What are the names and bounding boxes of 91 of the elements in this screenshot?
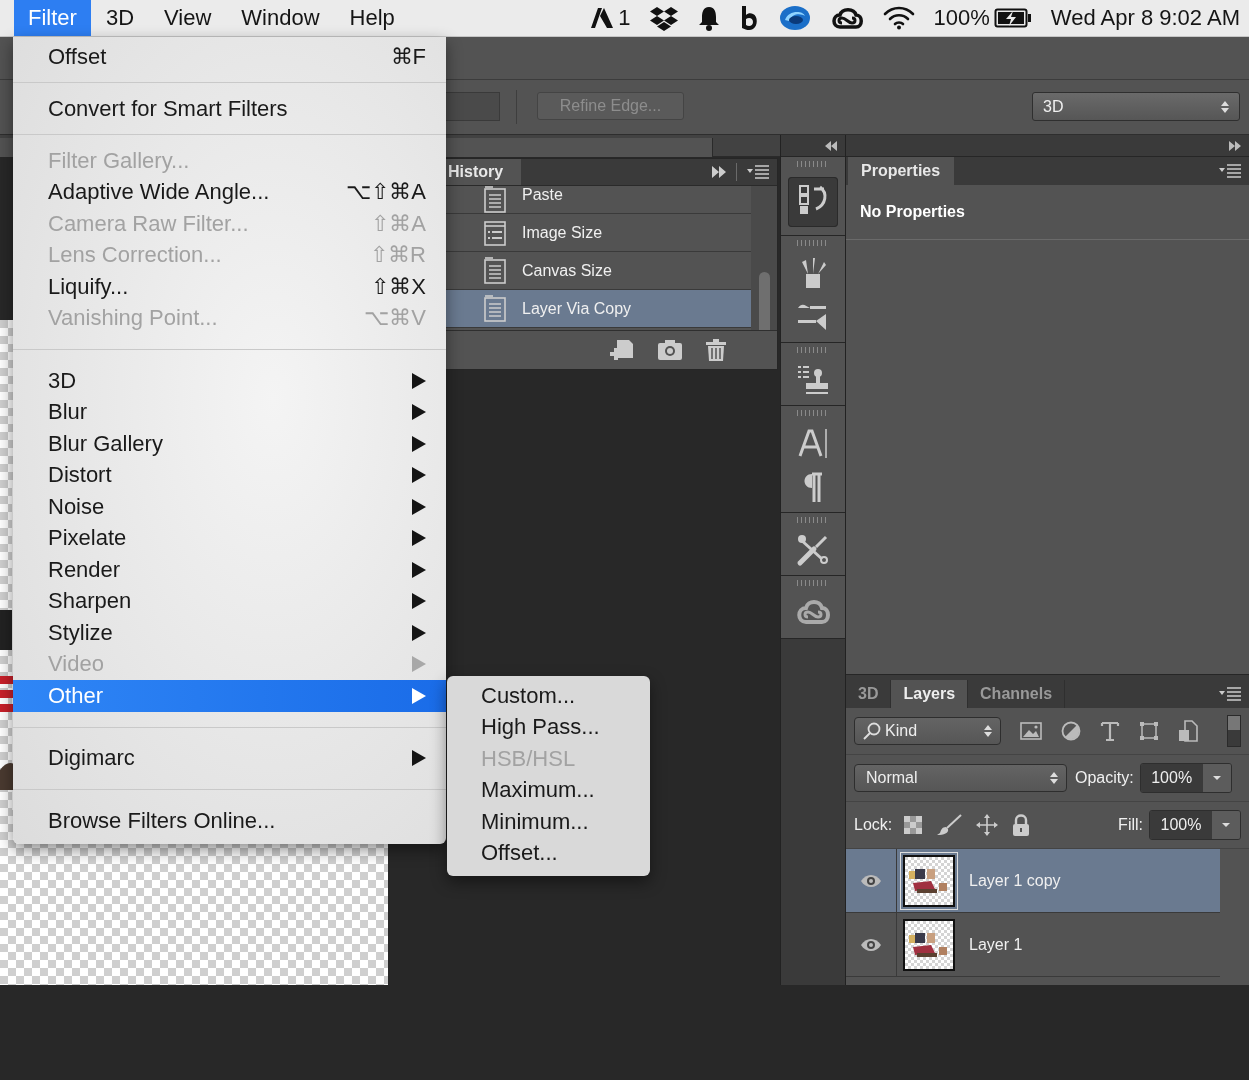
move-icon[interactable] [976,814,999,836]
menu-item[interactable]: High Pass... [447,711,650,743]
battery-icon[interactable] [993,7,1032,29]
submenu-arrow-icon [412,435,426,452]
properties-message: No Properties [846,185,1249,240]
brush-icon[interactable] [936,814,963,836]
submenu-arrow-icon [412,593,426,610]
document-icon [484,295,506,322]
menu-item[interactable]: Pixelate [13,522,446,554]
menu-item[interactable]: Custom... [447,680,650,712]
menu-bar-item[interactable]: Window [226,0,335,36]
menu-bar-item[interactable]: 3D [90,0,149,36]
up-down-arrows-icon [984,724,992,738]
submenu-arrow-icon [412,750,426,767]
b-letter-icon[interactable] [739,5,760,31]
menu-item[interactable]: Stylize [13,617,446,649]
swirl-icon[interactable] [778,5,811,31]
scrollbar[interactable] [751,186,777,330]
type-icon[interactable] [1100,721,1120,741]
submenu-arrow-icon [412,656,426,673]
eye-icon[interactable] [860,873,882,888]
filter-toggle[interactable] [1227,715,1241,747]
up-down-arrows-icon [1050,771,1058,785]
document-icon [484,257,506,284]
submenu-arrow-icon [412,404,426,421]
dropbox-icon[interactable] [649,5,678,31]
opacity-label: Opacity: [1075,769,1134,787]
menu-item[interactable]: Blur Gallery [13,428,446,460]
lock-label: Lock: [854,816,893,834]
menu-item[interactable]: Blur [13,396,446,428]
up-down-arrows-icon [1221,99,1229,114]
adobe-icon[interactable] [590,7,615,29]
image-icon[interactable] [1020,722,1042,740]
submenu-arrow-icon [412,467,426,484]
eye-icon[interactable] [860,937,882,952]
search-icon [863,722,881,740]
menu-item[interactable]: Other [13,680,446,712]
menu-item[interactable]: Browse Filters Online... [13,805,446,837]
submenu-arrow-icon [412,530,426,547]
menu-item[interactable]: Render [13,554,446,586]
transform-icon[interactable] [1139,721,1159,741]
trash-icon[interactable] [705,338,727,362]
camera-icon[interactable] [657,339,683,361]
menu-item[interactable]: Digimarc [13,742,446,774]
blend-mode-dropdown[interactable]: Normal [854,764,1067,792]
menu-item[interactable]: Maximum... [447,774,650,806]
kind-filter-dropdown[interactable]: Kind [854,717,1001,745]
menu-item[interactable]: Convert for Smart Filters [13,93,446,125]
smart-object-icon[interactable] [1178,720,1198,742]
creative-cloud-icon[interactable] [829,5,864,31]
panel-tab[interactable]: Layers [891,680,969,708]
panel-menu-icon[interactable] [1219,164,1241,178]
battery-percentage: 100% [933,5,990,31]
dialog-icon [484,219,506,246]
submenu-arrow-icon [412,561,426,578]
submenu-arrow-icon [412,687,426,704]
panel-tab[interactable]: Properties [848,157,955,185]
wifi-icon[interactable] [882,6,915,30]
panel-tab[interactable]: Channels [968,680,1066,708]
layer-row[interactable]: Layer 1 copy [846,849,1220,913]
tools-icon[interactable] [796,533,830,567]
expand-icon[interactable] [712,166,726,178]
panel-menu-icon[interactable] [747,165,769,179]
menu-item[interactable]: Distort [13,459,446,491]
character-icon[interactable] [796,426,830,460]
menu-item[interactable]: Minimum... [447,806,650,838]
menu-bar-item[interactable]: Help [334,0,410,36]
submenu-arrow-icon [412,372,426,389]
half-circle-icon[interactable] [1061,721,1081,741]
menu-bar-item[interactable]: Filter [14,0,91,36]
submenu-arrow-icon [412,498,426,515]
menu-item[interactable]: Sharpen [13,585,446,617]
workspace-dropdown[interactable]: 3D [1032,92,1240,121]
clock[interactable]: Wed Apr 8 9:02 AM [1050,5,1240,31]
document-icon [484,186,506,213]
history-panel-button[interactable] [788,177,838,227]
menu-item[interactable]: Offset... [447,837,650,869]
clone-source-icon[interactable] [796,363,830,397]
layer-row[interactable]: Layer 1 [846,913,1220,977]
new-document-icon[interactable] [609,338,635,362]
panel-menu-icon[interactable] [1219,687,1241,701]
checkerboard-icon[interactable] [904,816,923,834]
expand-icon[interactable] [1229,140,1241,151]
menu-item[interactable]: 3D [13,365,446,397]
fill-label: Fill: [1118,816,1143,834]
padlock-icon[interactable] [1012,814,1031,836]
menu-bar-item[interactable]: View [149,0,227,36]
notification-count: 1 [618,5,631,31]
collapse-icon[interactable] [825,140,837,151]
menu-item[interactable]: Noise [13,491,446,523]
submenu-arrow-icon [412,624,426,641]
